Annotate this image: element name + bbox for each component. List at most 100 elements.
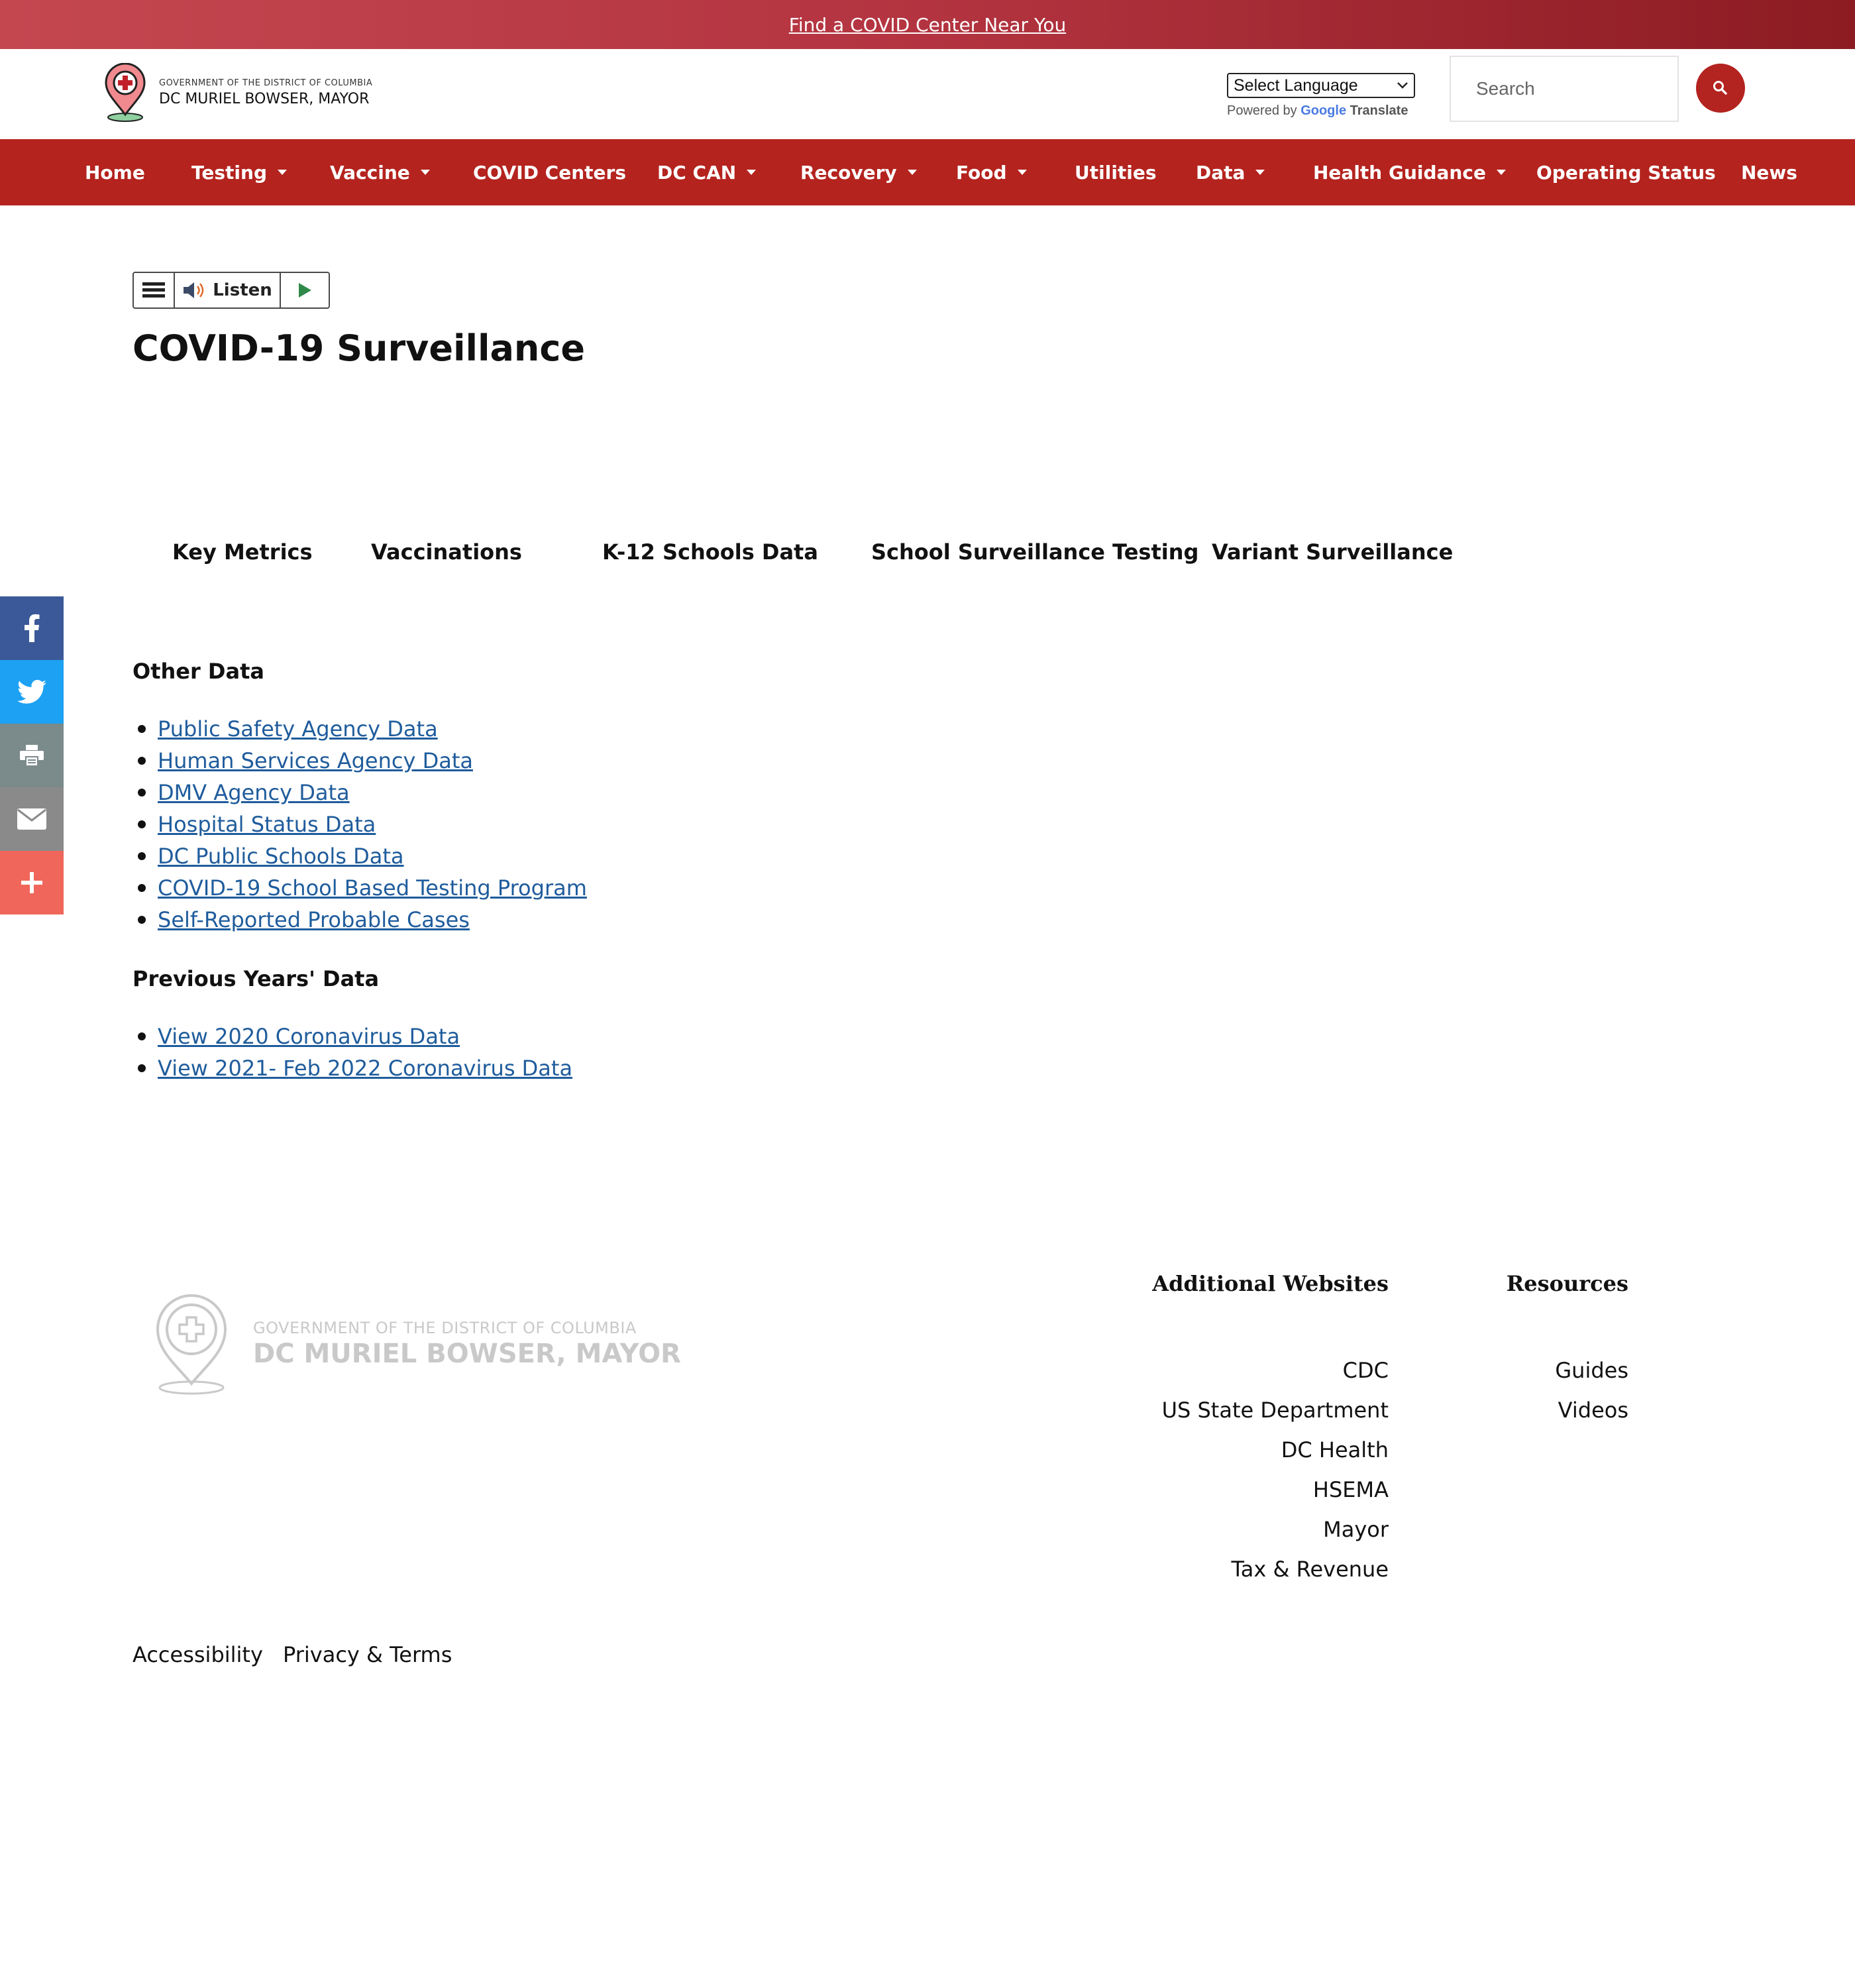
site-logo[interactable]: GOVERNMENT OF THE DISTRICT OF COLUMBIA D… <box>103 61 372 125</box>
footer-logo[interactable]: GOVERNMENT OF THE DISTRICT OF COLUMBIA D… <box>154 1292 681 1396</box>
find-covid-center-link[interactable]: Find a COVID Center Near You <box>789 14 1066 36</box>
twitter-share-button[interactable] <box>0 660 64 724</box>
caret-down-icon <box>1496 170 1506 175</box>
print-icon <box>20 745 44 766</box>
human-services-link[interactable]: Human Services Agency Data <box>158 745 473 777</box>
nav-label: Home <box>85 161 145 184</box>
guides-link[interactable]: Guides <box>1507 1351 1628 1390</box>
caret-down-icon <box>420 170 430 175</box>
tax-revenue-link[interactable]: Tax & Revenue <box>1152 1549 1389 1589</box>
nav-label: Utilities <box>1075 161 1157 184</box>
tab-k12-schools-data[interactable]: K-12 Schools Data <box>602 539 818 565</box>
list-item: Self-Reported Probable Cases <box>132 904 587 936</box>
nav-item-dc-can[interactable]: DC CAN <box>657 139 757 205</box>
email-share-button[interactable] <box>0 787 64 851</box>
hospital-status-link[interactable]: Hospital Status Data <box>158 808 376 840</box>
nav-item-food[interactable]: Food <box>956 139 1027 205</box>
more-share-button[interactable] <box>0 851 64 914</box>
list-item: View 2020 Coronavirus Data <box>132 1021 572 1052</box>
nav-item-home[interactable]: Home <box>85 139 145 205</box>
other-data-heading: Other Data <box>132 659 264 684</box>
nav-item-testing[interactable]: Testing <box>191 139 287 205</box>
twitter-icon <box>17 680 46 704</box>
main-nav: Home Testing Vaccine COVID Centers DC CA… <box>0 139 1855 205</box>
powered-by-google: Powered by Google Translate <box>1227 103 1415 119</box>
resources-heading: Resources <box>1506 1271 1628 1296</box>
nav-label: COVID Centers <box>473 161 626 184</box>
tab-vaccinations[interactable]: Vaccinations <box>371 539 522 565</box>
top-banner: Find a COVID Center Near You <box>0 0 1855 49</box>
list-item: View 2021- Feb 2022 Coronavirus Data <box>132 1052 572 1084</box>
footer-dc: DC <box>253 1339 295 1369</box>
covid-pin-outline-icon <box>156 1294 227 1395</box>
email-icon <box>17 808 46 830</box>
nav-item-data[interactable]: Data <box>1196 139 1265 205</box>
nav-item-utilities[interactable]: Utilities <box>1075 139 1157 205</box>
logo-mayor-name: MURIEL BOWSER, MAYOR <box>185 91 370 107</box>
footer-logo-text: GOVERNMENT OF THE DISTRICT OF COLUMBIA D… <box>253 1319 681 1369</box>
resources-column: Resources Guides Videos <box>1507 1271 1628 1430</box>
search-input[interactable]: Search <box>1450 56 1679 122</box>
nav-label: Testing <box>191 161 267 184</box>
print-button[interactable] <box>0 724 64 787</box>
state-department-link[interactable]: US State Department <box>1152 1390 1389 1430</box>
speaker-icon <box>184 282 204 298</box>
covid-pin-icon <box>105 63 146 122</box>
tab-school-surveillance-testing[interactable]: School Surveillance Testing <box>871 539 1198 565</box>
footer-mayor-name: MURIEL BOWSER, MAYOR <box>303 1339 681 1369</box>
facebook-icon <box>25 614 40 642</box>
listen-menu-button[interactable] <box>134 273 175 307</box>
data-2020-link[interactable]: View 2020 Coronavirus Data <box>158 1021 460 1052</box>
caret-down-icon <box>1255 170 1265 175</box>
site-header: GOVERNMENT OF THE DISTRICT OF COLUMBIA D… <box>0 49 1855 139</box>
nav-label: DC CAN <box>657 161 737 184</box>
listen-button[interactable]: Listen <box>175 273 281 307</box>
public-safety-link[interactable]: Public Safety Agency Data <box>158 713 438 745</box>
videos-link[interactable]: Videos <box>1507 1390 1628 1430</box>
powered-by-text: Powered by <box>1227 103 1297 118</box>
school-testing-program-link[interactable]: COVID-19 School Based Testing Program <box>158 872 587 904</box>
tab-variant-surveillance[interactable]: Variant Surveillance <box>1212 539 1453 565</box>
privacy-terms-link[interactable]: Privacy & Terms <box>283 1642 452 1667</box>
translate-link[interactable]: Translate <box>1350 103 1408 118</box>
caret-down-icon <box>1017 170 1027 175</box>
list-item: COVID-19 School Based Testing Program <box>132 872 587 904</box>
plus-icon <box>21 872 42 893</box>
play-button[interactable] <box>281 273 329 307</box>
list-item: DC Public Schools Data <box>132 840 587 872</box>
mayor-link[interactable]: Mayor <box>1152 1510 1389 1549</box>
page-title: COVID-19 Surveillance <box>132 327 585 369</box>
chevron-down-icon <box>1397 82 1408 89</box>
previous-data-heading: Previous Years' Data <box>132 966 380 991</box>
logo-mayor-line: DC MURIEL BOWSER, MAYOR <box>159 91 372 107</box>
hsema-link[interactable]: HSEMA <box>1152 1470 1389 1510</box>
caret-down-icon <box>907 170 917 175</box>
accessibility-link[interactable]: Accessibility <box>132 1642 263 1667</box>
other-data-list: Public Safety Agency Data Human Services… <box>132 713 587 936</box>
list-item: DMV Agency Data <box>132 777 587 808</box>
nav-item-health-guidance[interactable]: Health Guidance <box>1313 139 1506 205</box>
cdc-link[interactable]: CDC <box>1152 1351 1389 1390</box>
data-2021-2022-link[interactable]: View 2021- Feb 2022 Coronavirus Data <box>158 1052 572 1084</box>
dc-public-schools-link[interactable]: DC Public Schools Data <box>158 840 404 872</box>
tab-key-metrics[interactable]: Key Metrics <box>172 539 313 565</box>
nav-item-operating-status[interactable]: Operating Status <box>1536 139 1716 205</box>
nav-item-news[interactable]: News <box>1741 139 1797 205</box>
probable-cases-link[interactable]: Self-Reported Probable Cases <box>158 904 470 936</box>
dc-health-link[interactable]: DC Health <box>1152 1430 1389 1470</box>
logo-dc: DC <box>159 91 181 107</box>
footer-gov-line: GOVERNMENT OF THE DISTRICT OF COLUMBIA <box>253 1319 637 1337</box>
nav-item-recovery[interactable]: Recovery <box>800 139 917 205</box>
nav-item-covid-centers[interactable]: COVID Centers <box>473 139 626 205</box>
nav-label: Vaccine <box>330 161 410 184</box>
logo-gov-line: GOVERNMENT OF THE DISTRICT OF COLUMBIA <box>159 78 373 88</box>
caret-down-icon <box>747 170 757 175</box>
google-text: Google <box>1300 103 1347 118</box>
language-select[interactable]: Select Language <box>1227 73 1415 98</box>
nav-item-vaccine[interactable]: Vaccine <box>330 139 430 205</box>
logo-text: GOVERNMENT OF THE DISTRICT OF COLUMBIA D… <box>159 78 372 107</box>
search-button[interactable] <box>1696 64 1745 113</box>
dmv-link[interactable]: DMV Agency Data <box>158 777 350 808</box>
google-translate: Select Language Powered by Google Transl… <box>1227 73 1415 119</box>
facebook-share-button[interactable] <box>0 596 64 660</box>
